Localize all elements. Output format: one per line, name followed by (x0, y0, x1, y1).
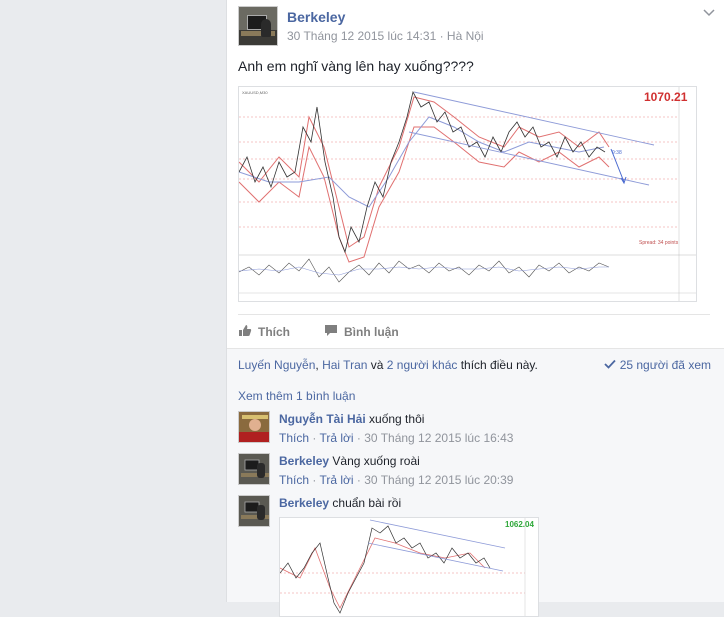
comment-body: Nguyễn Tài Hải xuống thôi (279, 411, 424, 427)
view-more-comments-link[interactable]: Xem thêm 1 bình luận (238, 389, 355, 403)
thumbs-up-icon (238, 324, 252, 340)
seen-count[interactable]: 25 người đã xem (604, 358, 711, 372)
comment-chart-image[interactable]: 1062.04 (279, 517, 539, 617)
commenter-avatar[interactable] (238, 495, 270, 527)
chart-header-text: XAUUSD,M30 (242, 90, 268, 95)
poster-name[interactable]: Berkeley (287, 9, 345, 25)
chart-spread-label: Spread: 34 points (639, 240, 679, 246)
comment-text: chuẩn bài rồi (332, 496, 402, 510)
poster-avatar[interactable] (238, 6, 278, 46)
commenter-avatar[interactable] (238, 411, 270, 443)
comment-body: Berkeley chuẩn bài rồi (279, 495, 401, 511)
comment-chart-graphic: 1062.04 (280, 518, 538, 616)
seen-label: 25 người đã xem (619, 358, 711, 372)
post-chart-image[interactable]: XAUUSD,M30 9:38 1070.21 Spread: 34 point… (238, 86, 697, 302)
gold-chart-graphic: XAUUSD,M30 9:38 1070.21 Spread: 34 point… (238, 87, 696, 301)
post-header: Berkeley 30 Tháng 12 2015 lúc 14:31 · Hà… (238, 6, 715, 50)
comment-like-link[interactable]: Thích (279, 431, 309, 445)
liker-name-2[interactable]: Hai Tran (322, 358, 367, 372)
comment-body: Berkeley Vàng xuống roài (279, 453, 420, 469)
comment-reply-link[interactable]: Trả lời (319, 473, 353, 487)
comment-button[interactable]: Bình luận (324, 324, 399, 340)
commenter-name[interactable]: Berkeley (279, 454, 329, 468)
comment-like-link[interactable]: Thích (279, 473, 309, 487)
post-message: Anh em nghĩ vàng lên hay xuống???? (238, 58, 474, 74)
comment-label: Bình luận (344, 325, 399, 339)
chevron-down-icon[interactable] (703, 6, 715, 20)
comment-meta: Thích · Trả lời · 30 Tháng 12 2015 lúc 2… (279, 473, 514, 487)
speech-bubble-icon (324, 324, 338, 340)
checkmark-icon (604, 358, 616, 372)
comment-text: Vàng xuống roài (332, 454, 420, 468)
like-button[interactable]: Thích (238, 324, 290, 340)
comments-section: Xem thêm 1 bình luận Nguyễn Tài Hải xuốn… (227, 382, 724, 617)
post-actions-bar: Thích Bình luận (238, 314, 710, 349)
chart-price-label: 1070.21 (644, 90, 688, 104)
comment-timestamp[interactable]: 30 Tháng 12 2015 lúc 20:39 (364, 473, 513, 487)
comment-chart-price-label: 1062.04 (505, 520, 534, 529)
liker-name-1[interactable]: Luyến Nguyễn (238, 358, 315, 372)
likes-others-link[interactable]: 2 người khác (387, 358, 458, 372)
comment-reply-link[interactable]: Trả lời (319, 431, 353, 445)
likes-and: và (367, 358, 387, 372)
commenter-name[interactable]: Nguyễn Tài Hải (279, 412, 366, 426)
comment-meta: Thích · Trả lời · 30 Tháng 12 2015 lúc 1… (279, 431, 514, 445)
commenter-avatar[interactable] (238, 453, 270, 485)
likes-suffix: thích điều này. (457, 358, 538, 372)
comment-timestamp[interactable]: 30 Tháng 12 2015 lúc 16:43 (364, 431, 513, 445)
post-card: Berkeley 30 Tháng 12 2015 lúc 14:31 · Hà… (226, 0, 724, 617)
chart-time-label: 9:38 (612, 150, 622, 156)
likes-text: Luyến Nguyễn, Hai Tran và 2 người khác t… (238, 358, 538, 372)
commenter-name[interactable]: Berkeley (279, 496, 329, 510)
comment-text: xuống thôi (369, 412, 425, 426)
like-label: Thích (258, 325, 290, 339)
post-timestamp[interactable]: 30 Tháng 12 2015 lúc 14:31 · Hà Nội (287, 29, 484, 43)
likes-summary: Luyến Nguyễn, Hai Tran và 2 người khác t… (227, 348, 724, 384)
